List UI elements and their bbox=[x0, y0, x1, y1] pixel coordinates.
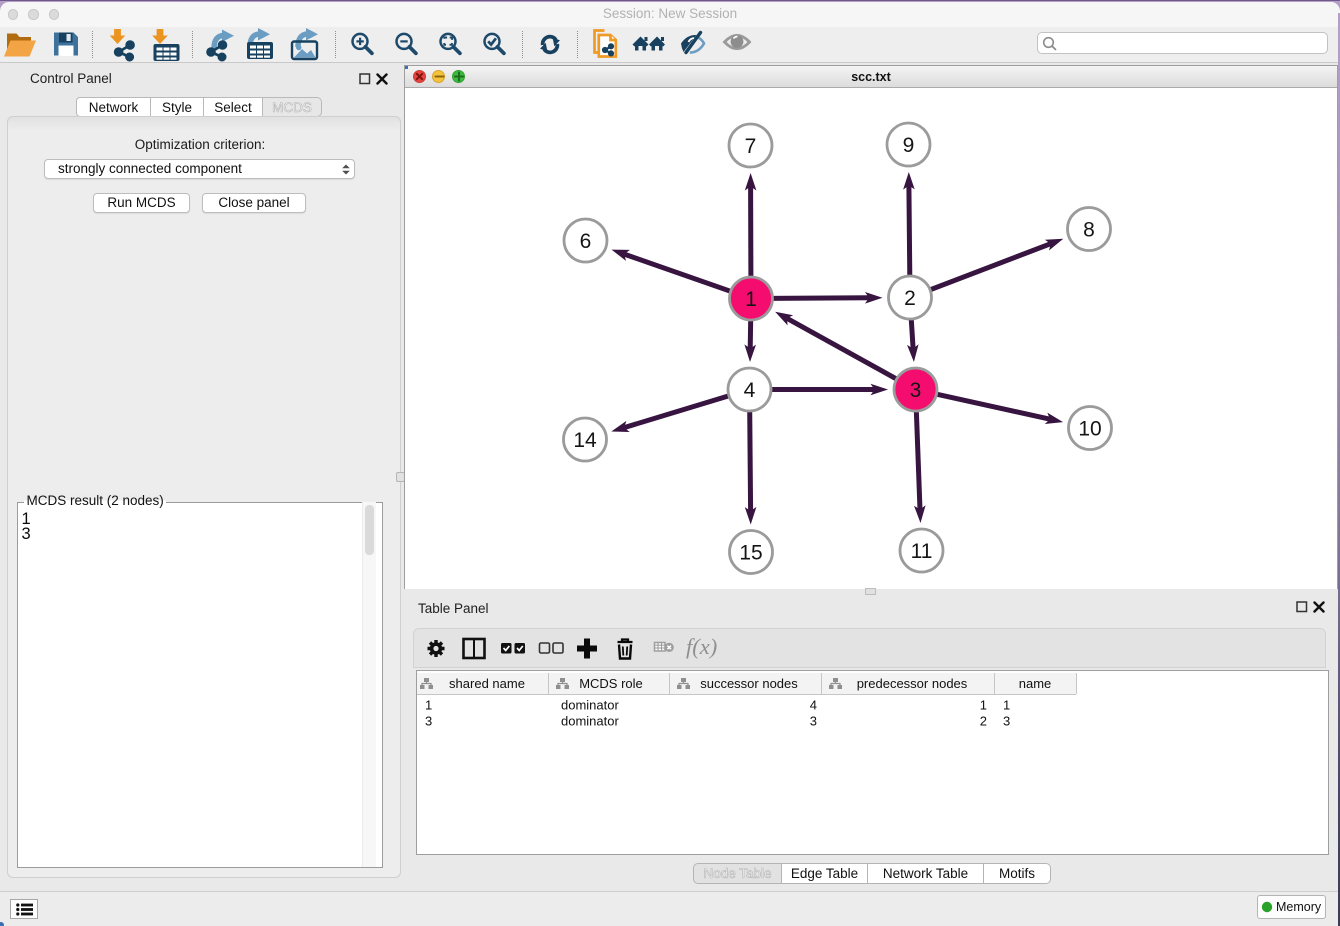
svg-text:8: 8 bbox=[1083, 218, 1095, 241]
svg-text:dominator: dominator bbox=[561, 714, 619, 729]
svg-text:name: name bbox=[1019, 676, 1052, 691]
svg-text:3: 3 bbox=[1003, 714, 1010, 729]
svg-text:1: 1 bbox=[425, 698, 432, 713]
svg-text:shared name: shared name bbox=[449, 676, 525, 691]
svg-text:MCDS role: MCDS role bbox=[579, 676, 643, 691]
svg-text:predecessor nodes: predecessor nodes bbox=[857, 676, 968, 691]
svg-text:2: 2 bbox=[904, 287, 916, 310]
svg-text:2: 2 bbox=[980, 714, 987, 729]
svg-text:1: 1 bbox=[1003, 698, 1010, 713]
svg-text:7: 7 bbox=[745, 135, 757, 158]
svg-text:dominator: dominator bbox=[561, 698, 619, 713]
svg-text:1: 1 bbox=[745, 288, 757, 311]
svg-text:11: 11 bbox=[911, 540, 933, 563]
svg-text:1: 1 bbox=[980, 698, 987, 713]
svg-text:3: 3 bbox=[425, 714, 432, 729]
svg-text:successor nodes: successor nodes bbox=[700, 676, 798, 691]
svg-text:3: 3 bbox=[810, 714, 817, 729]
svg-text:9: 9 bbox=[903, 134, 915, 157]
svg-text:4: 4 bbox=[744, 379, 756, 402]
svg-text:3: 3 bbox=[910, 379, 922, 402]
svg-text:14: 14 bbox=[573, 429, 597, 452]
svg-text:4: 4 bbox=[810, 698, 817, 713]
svg-text:15: 15 bbox=[739, 541, 762, 564]
svg-text:6: 6 bbox=[580, 230, 592, 253]
svg-text:10: 10 bbox=[1078, 417, 1101, 440]
